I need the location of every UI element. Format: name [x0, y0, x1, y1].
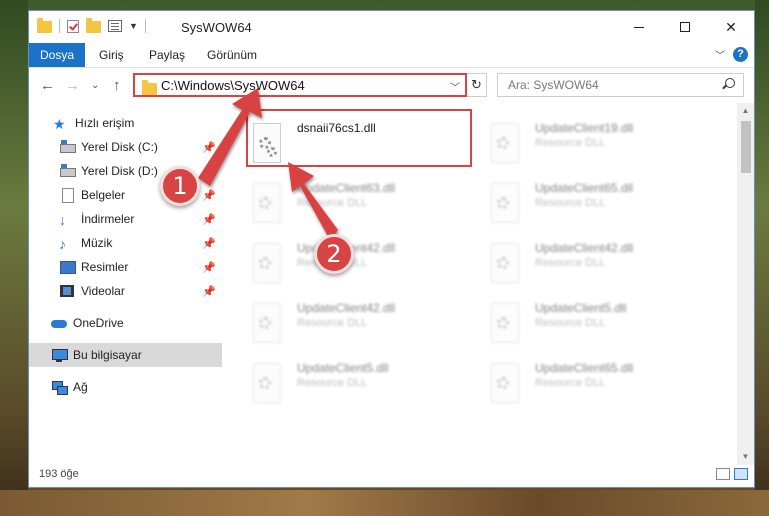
annotation-arrows [198, 88, 338, 240]
step-badge-1: 1 [160, 166, 200, 206]
arrow-step1 [198, 88, 262, 186]
step-badge-2: 2 [314, 234, 354, 274]
arrow-step2 [288, 162, 338, 240]
